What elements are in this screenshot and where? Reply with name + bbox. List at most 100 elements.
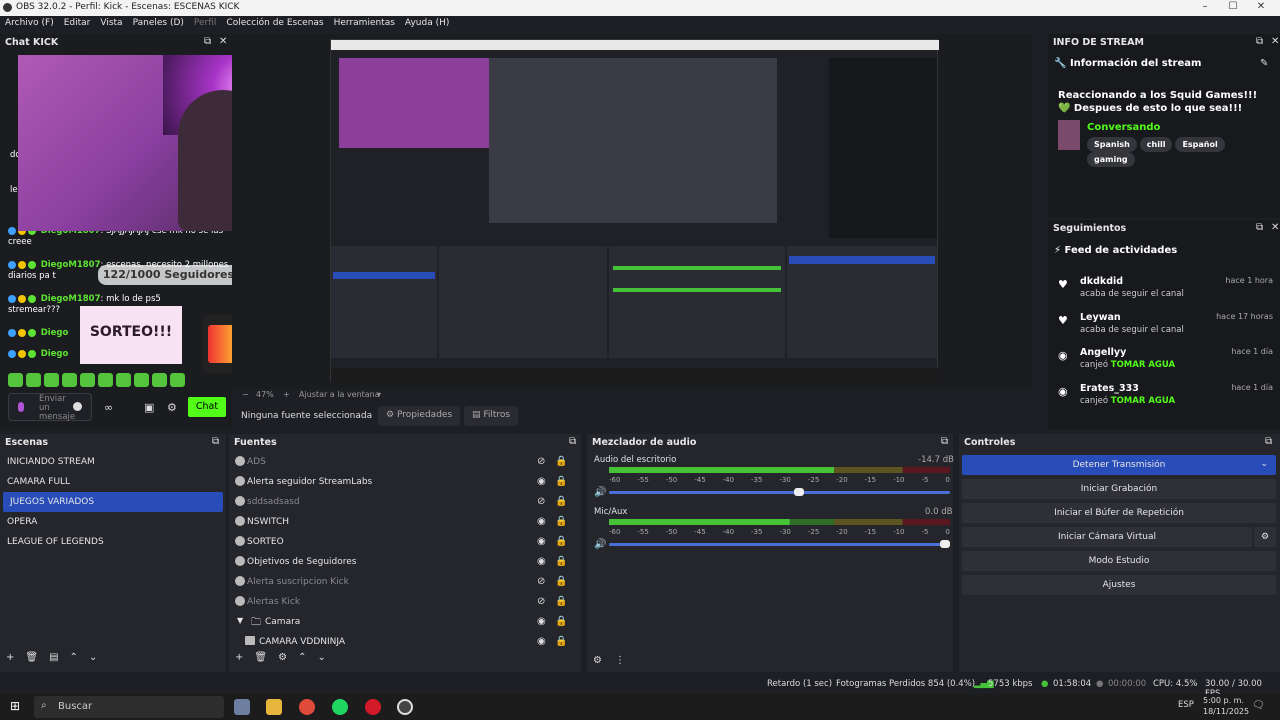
menu-coleccion-escenas[interactable]: Colección de Escenas — [221, 16, 328, 33]
chrome-icon[interactable] — [299, 699, 315, 715]
lock-icon[interactable]: 🔒 — [555, 556, 567, 567]
scene-item[interactable]: LEAGUE OF LEGENDS — [0, 532, 226, 552]
source-item[interactable]: Objetivos de Seguidores ◉ 🔒 — [229, 552, 581, 572]
source-properties-icon[interactable]: ⚙ — [278, 652, 287, 663]
lock-icon[interactable]: 🔒 — [555, 616, 567, 627]
remove-scene-icon[interactable]: 🗑 — [25, 652, 38, 663]
send-chat-button[interactable]: Chat — [188, 397, 226, 417]
emote-icon[interactable] — [62, 373, 77, 387]
filters-button[interactable]: ▤ Filtros — [464, 406, 519, 426]
speaker-icon[interactable]: 🔊 — [594, 487, 606, 498]
hidden-eye-icon[interactable]: ⊘ — [537, 456, 545, 467]
speaker-icon[interactable]: 🔊 — [594, 539, 606, 550]
move-down-icon[interactable]: ⌄ — [89, 652, 97, 663]
chevron-down-icon[interactable]: ▼ — [237, 616, 243, 625]
taskbar-search[interactable]: ⌕ Buscar — [34, 696, 224, 718]
chevron-down-icon[interactable]: ⌄ — [1260, 459, 1268, 469]
chat-message-input[interactable]: Enviar un mensaje — [8, 393, 92, 422]
zoom-out-icon[interactable]: − — [242, 390, 249, 399]
source-item[interactable]: NSWITCH ◉ 🔒 — [229, 512, 581, 532]
close-window-button[interactable]: ✕ — [1246, 1, 1276, 12]
eye-icon[interactable]: ◉ — [537, 636, 546, 647]
lock-icon[interactable]: 🔒 — [555, 536, 567, 547]
stream-category[interactable]: Conversando — [1087, 122, 1160, 133]
menu-editar[interactable]: Editar — [59, 16, 96, 33]
float-dock-icon[interactable]: ⧉ — [204, 36, 211, 47]
clock-time[interactable]: 5:00 p. m. — [1203, 696, 1244, 705]
notification-icon[interactable]: 🗨 — [1252, 700, 1265, 711]
close-dock-icon[interactable]: ✕ — [1271, 36, 1279, 47]
emote-icon[interactable] — [80, 373, 95, 387]
lock-icon[interactable]: 🔒 — [555, 476, 567, 487]
settings-gear-icon[interactable]: ⚙ — [167, 401, 177, 414]
move-up-icon[interactable]: ⌃ — [70, 652, 78, 663]
float-dock-icon[interactable]: ⧉ — [941, 436, 948, 447]
edit-pencil-icon[interactable]: ✎ — [1260, 58, 1268, 69]
menu-herramientas[interactable]: Herramientas — [329, 16, 400, 33]
emoji-icon[interactable] — [73, 402, 82, 411]
hidden-eye-icon[interactable]: ⊘ — [537, 596, 545, 607]
scene-item[interactable]: OPERA — [0, 512, 226, 532]
emote-icon[interactable] — [116, 373, 131, 387]
virtual-camera-settings-icon[interactable]: ⚙ — [1254, 527, 1276, 547]
chat-username[interactable]: Diego — [41, 328, 69, 338]
hidden-eye-icon[interactable]: ⊘ — [537, 496, 545, 507]
close-dock-icon[interactable]: ✕ — [219, 36, 227, 47]
emote-icon[interactable] — [44, 373, 59, 387]
float-dock-icon[interactable]: ⧉ — [1265, 436, 1272, 447]
lock-icon[interactable]: 🔒 — [555, 456, 567, 467]
lock-icon[interactable]: 🔒 — [555, 576, 567, 587]
chat-username[interactable]: Diego — [41, 349, 69, 359]
menu-ayuda[interactable]: Ayuda (H) — [400, 16, 454, 33]
start-recording-button[interactable]: Iniciar Grabación — [962, 479, 1276, 499]
emote-icon[interactable] — [26, 373, 41, 387]
maximize-button[interactable]: ☐ — [1218, 1, 1248, 12]
windows-start-icon[interactable]: ⊞ — [10, 699, 20, 713]
move-down-icon[interactable]: ⌄ — [317, 652, 325, 663]
emote-icon[interactable] — [8, 373, 23, 387]
source-item[interactable]: Alerta suscripcion Kick ⊘ 🔒 — [229, 572, 581, 592]
emote-icon[interactable] — [152, 373, 167, 387]
chat-username[interactable]: DiegoM1807 — [41, 294, 101, 304]
obs-taskbar-icon[interactable] — [397, 699, 413, 715]
volume-slider-knob[interactable] — [794, 488, 805, 496]
menu-perfil[interactable]: Perfil — [189, 16, 222, 33]
eye-icon[interactable]: ◉ — [537, 616, 546, 627]
properties-button[interactable]: ⚙ Propiedades — [378, 406, 461, 426]
mixer-settings-icon[interactable]: ⚙ — [593, 655, 602, 666]
zoom-mode-select[interactable]: Ajustar a la ventana — [299, 390, 380, 399]
menu-paneles[interactable]: Paneles (D) — [128, 16, 189, 33]
source-item[interactable]: Alerta seguidor StreamLabs ◉ 🔒 — [229, 472, 581, 492]
volume-slider[interactable] — [609, 488, 950, 496]
scene-filters-icon[interactable]: ▤ — [49, 652, 58, 663]
float-dock-icon[interactable]: ⧉ — [1256, 36, 1263, 47]
file-explorer-icon[interactable] — [266, 699, 282, 715]
scene-item-selected[interactable]: JUEGOS VARIADOS — [3, 492, 223, 512]
volume-slider[interactable] — [609, 540, 950, 548]
clock-date[interactable]: 18/11/2025 — [1203, 707, 1249, 716]
language-indicator[interactable]: ESP — [1178, 700, 1194, 710]
float-dock-icon[interactable]: ⧉ — [212, 436, 219, 447]
emote-icon[interactable] — [98, 373, 113, 387]
replay-buffer-button[interactable]: Iniciar el Búfer de Repetición — [962, 503, 1276, 523]
eye-icon[interactable]: ◉ — [537, 516, 546, 527]
source-item[interactable]: sddsadsasd ⊘ 🔒 — [229, 492, 581, 512]
settings-button[interactable]: Ajustes — [962, 575, 1276, 595]
minimize-button[interactable]: – — [1190, 1, 1220, 12]
gift-icon[interactable]: ▣ — [144, 401, 154, 414]
chevron-down-icon[interactable]: ▾ — [377, 390, 381, 399]
eye-icon[interactable]: ◉ — [537, 556, 546, 567]
emote-icon[interactable] — [134, 373, 149, 387]
hidden-eye-icon[interactable]: ⊘ — [537, 576, 545, 587]
scene-item[interactable]: INICIANDO STREAM — [0, 452, 226, 472]
source-item[interactable]: ADS ⊘ 🔒 — [229, 452, 581, 472]
scene-item[interactable]: CAMARA FULL — [0, 472, 226, 492]
more-options-icon[interactable]: ⋮ — [615, 655, 625, 666]
float-dock-icon[interactable]: ⧉ — [569, 436, 576, 447]
link-icon[interactable]: ∞ — [104, 401, 113, 414]
lock-icon[interactable]: 🔒 — [555, 636, 567, 647]
float-dock-icon[interactable]: ⧉ — [1256, 222, 1263, 233]
lock-icon[interactable]: 🔒 — [555, 596, 567, 607]
virtual-camera-button[interactable]: Iniciar Cámara Virtual — [962, 527, 1252, 547]
zoom-in-icon[interactable]: + — [283, 390, 290, 399]
